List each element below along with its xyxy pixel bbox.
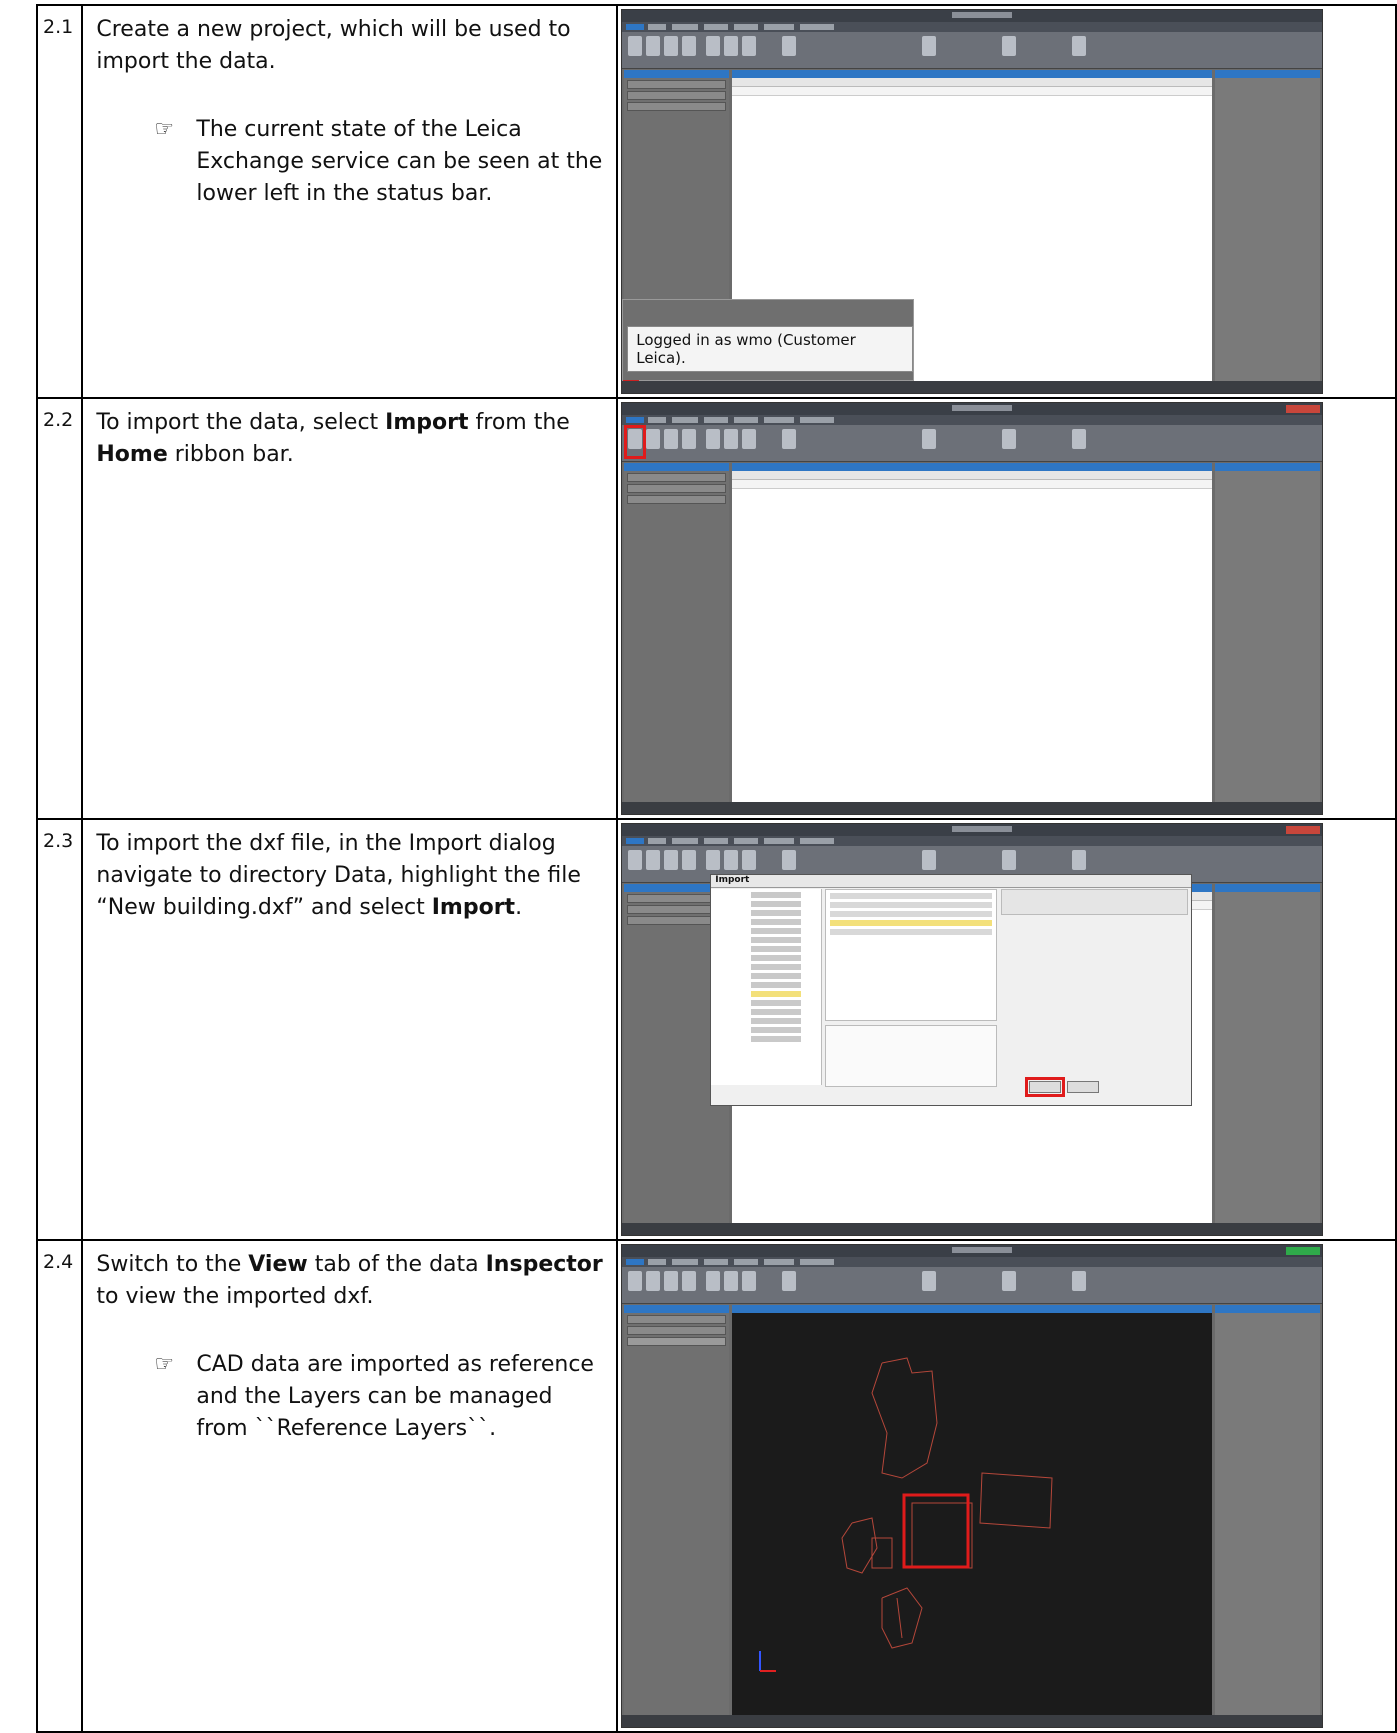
note: ☞ CAD data are imported as reference and… (154, 1349, 606, 1445)
step-text-bold: View (248, 1252, 308, 1277)
screenshot-cell (616, 397, 1397, 820)
status-popup: Logged in as wmo (Customer Leica). (622, 299, 915, 392)
step-text-bold: Home (96, 442, 168, 467)
step-text-part: To import the data, select (96, 410, 386, 435)
step-row: 2.2 To import the data, select Import fr… (35, 397, 1397, 820)
screenshot-cell: Import (616, 818, 1397, 1241)
step-text-part: Switch to the (96, 1252, 249, 1277)
status-bar (622, 381, 1323, 393)
step-text-bold: Inspector (485, 1252, 603, 1277)
file-list[interactable] (825, 889, 998, 1021)
directory-tree[interactable] (711, 889, 823, 1085)
screenshot-2-4 (621, 1244, 1324, 1728)
screenshot-cell (616, 1239, 1397, 1733)
popup-message: Logged in as wmo (Customer Leica). (627, 326, 914, 372)
steps-table: 2.1 Create a new project, which will be … (35, 4, 1397, 1733)
ribbon-bar (622, 32, 1323, 69)
step-text: Create a new project, which will be used… (81, 4, 619, 399)
file-details (825, 1025, 998, 1087)
import-button-highlight (1025, 1077, 1066, 1097)
import-dialog[interactable]: Import (710, 874, 1193, 1106)
pointing-hand-icon: ☞ (154, 1352, 175, 1377)
step-row: 2.3 To import the dxf file, in the Impor… (35, 818, 1397, 1241)
step-text-bold: Import (385, 410, 469, 435)
step-number: 2.4 (35, 1239, 84, 1733)
step-row: 2.4 Switch to the View tab of the data I… (35, 1239, 1397, 1733)
step-text-part: . (515, 895, 523, 920)
step-number: 2.3 (35, 818, 84, 1241)
step-row: 2.1 Create a new project, which will be … (35, 4, 1397, 399)
selected-file-row (830, 920, 993, 926)
step-text: To import the dxf file, in the Import di… (81, 818, 619, 1241)
step-text-part: tab of the data (307, 1252, 486, 1277)
import-button-highlight (624, 425, 647, 459)
note-text: The current state of the Leica Exchange … (196, 117, 603, 206)
step-text-part: from the (468, 410, 570, 435)
step-text-part: to view the imported dxf. (96, 1284, 374, 1309)
step-text-part: Create a new project, which will be used… (96, 17, 571, 74)
step-text: Switch to the View tab of the data Inspe… (81, 1239, 619, 1733)
import-settings[interactable] (1001, 889, 1189, 915)
note-text: CAD data are imported as reference and t… (196, 1352, 594, 1441)
pointing-hand-icon: ☞ (154, 117, 175, 142)
step-text-part: ribbon bar. (167, 442, 294, 467)
cancel-button[interactable] (1067, 1081, 1100, 1093)
step-text-bold: Import (431, 895, 516, 920)
ribbon-tabs (622, 22, 1323, 32)
property-grid (1215, 70, 1321, 381)
step-number: 2.2 (35, 397, 84, 820)
screenshot-cell: Logged in as wmo (Customer Leica). (616, 4, 1397, 399)
cad-viewport[interactable] (732, 1305, 1213, 1715)
window-titlebar (622, 10, 1323, 22)
screenshot-2-2 (621, 402, 1324, 815)
screenshot-2-3: Import (621, 823, 1324, 1236)
screenshot-2-1: Logged in as wmo (Customer Leica). (621, 9, 1324, 394)
import-dialog-title: Import (711, 875, 1192, 888)
step-text: To import the data, select Import from t… (81, 397, 619, 820)
step-number: 2.1 (35, 4, 84, 399)
note: ☞ The current state of the Leica Exchang… (154, 114, 606, 210)
reference-highlight-box (902, 1493, 970, 1569)
cad-drawing (759, 1357, 1053, 1672)
